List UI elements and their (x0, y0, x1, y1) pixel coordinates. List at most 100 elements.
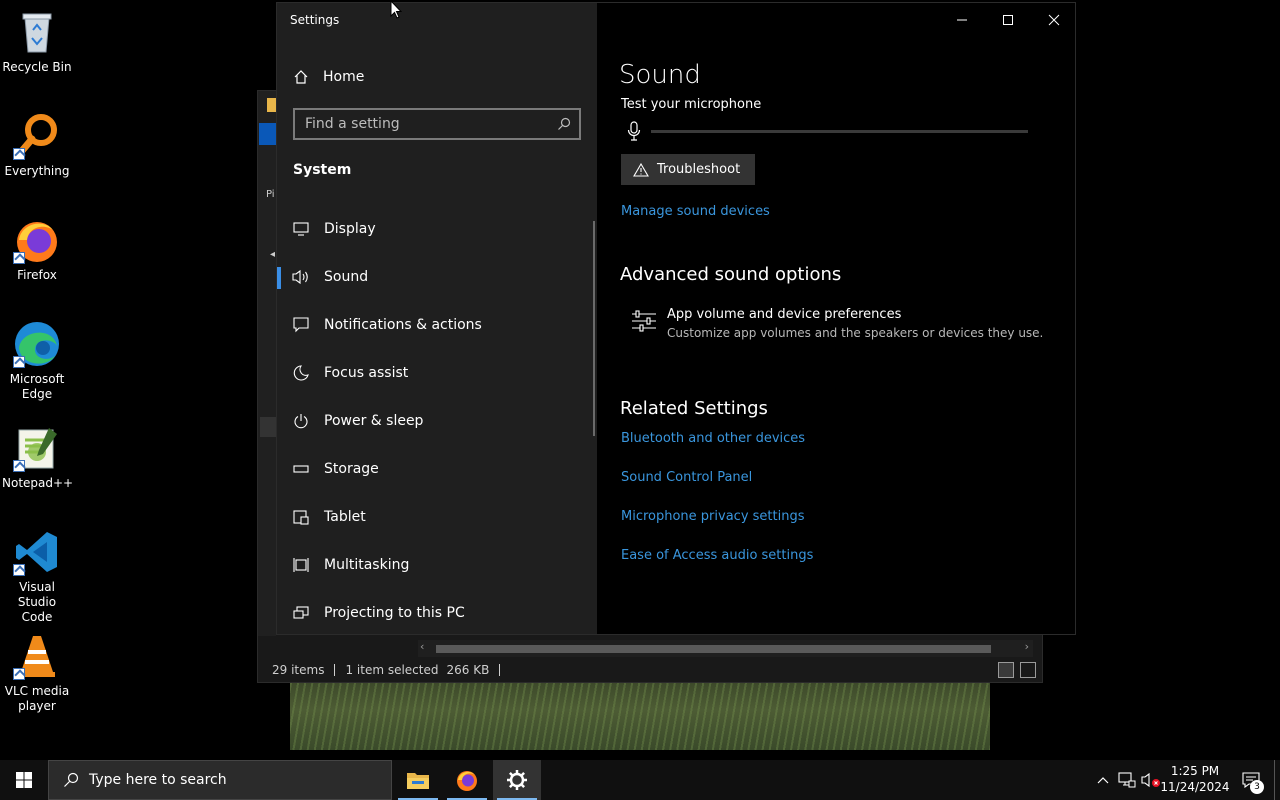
power-icon (292, 412, 310, 430)
scrollbar-thumb[interactable] (436, 645, 991, 653)
vscode-icon (13, 528, 61, 576)
taskbar-file-explorer[interactable] (394, 760, 442, 800)
nav-item-label: Projecting to this PC (324, 605, 465, 621)
desktop-icon-notepadpp[interactable]: Notepad++ (2, 424, 73, 491)
section-label: System (293, 162, 352, 178)
close-button[interactable] (1031, 3, 1077, 37)
home-icon (294, 70, 308, 84)
view-buttons (998, 662, 1036, 678)
find-setting-input[interactable]: Find a setting (293, 108, 581, 140)
desktop-icon-label: Recycle Bin (2, 60, 72, 74)
nav-item-focus-assist[interactable]: Focus assist (277, 353, 593, 393)
taskbar-settings[interactable] (493, 760, 541, 800)
nav-item-projecting[interactable]: Projecting to this PC (277, 593, 593, 633)
desktop-icon-vscode[interactable]: Visual Studio Code (2, 528, 72, 625)
sound-control-panel-link[interactable]: Sound Control Panel (621, 470, 752, 485)
details-view-icon[interactable] (998, 662, 1014, 678)
volume-muted-icon (1141, 772, 1160, 788)
minimize-button[interactable] (939, 3, 985, 37)
desktop-icon-label: Microsoft Edge (9, 372, 65, 401)
advanced-sound-heading: Advanced sound options (620, 264, 842, 285)
large-icons-view-icon[interactable] (1020, 662, 1036, 678)
app-volume-title: App volume and device preferences (667, 307, 902, 322)
network-icon (1118, 772, 1136, 788)
folder-icon (267, 98, 276, 112)
status-separator (499, 664, 501, 676)
nav-item-multitasking[interactable]: Multitasking (277, 545, 593, 585)
sliders-icon (632, 310, 656, 332)
close-icon (1048, 14, 1060, 26)
nav-item-sound[interactable]: Sound (277, 257, 593, 297)
settings-content: Sound Test your microphone Troubleshoot … (597, 3, 1075, 634)
desktop: Recycle Bin Everything Firefox Microsoft… (0, 0, 1280, 760)
nav-item-display[interactable]: Display (277, 209, 593, 249)
shortcut-arrow-icon (13, 252, 25, 264)
desktop-icon-firefox[interactable]: Firefox (2, 216, 72, 283)
microphone-icon (627, 121, 641, 141)
desktop-icon-label: Everything (4, 164, 70, 178)
nav-item-tablet[interactable]: Tablet (277, 497, 593, 537)
explorer-nav-text: Pi (266, 189, 275, 200)
manage-sound-devices-link[interactable]: Manage sound devices (621, 204, 770, 219)
ease-of-access-audio-link[interactable]: Ease of Access audio settings (621, 548, 813, 563)
nav-item-label: Notifications & actions (324, 317, 482, 333)
maximize-button[interactable] (985, 3, 1031, 37)
status-item-count: 29 items (272, 663, 325, 677)
show-hidden-icons-button[interactable] (1094, 760, 1112, 800)
show-desktop-button[interactable] (1274, 760, 1275, 800)
settings-sidebar: Settings Home Find a setting System Disp… (277, 3, 597, 634)
notepadpp-icon (13, 424, 61, 472)
maximize-icon (1003, 15, 1013, 25)
firefox-icon (457, 771, 477, 791)
volume-button[interactable] (1140, 760, 1162, 800)
bluetooth-devices-link[interactable]: Bluetooth and other devices (621, 431, 805, 446)
status-separator (334, 664, 336, 676)
taskbar-clock[interactable]: 1:25 PM 11/24/2024 (1160, 763, 1230, 795)
sidebar-scrollbar[interactable] (593, 221, 595, 436)
clock-time: 1:25 PM (1170, 764, 1220, 778)
windows-logo-icon (16, 772, 32, 788)
related-settings-heading: Related Settings (620, 398, 768, 419)
taskbar-firefox[interactable] (443, 760, 491, 800)
action-center-button[interactable]: 3 (1236, 760, 1266, 800)
edge-icon (13, 320, 61, 368)
app-volume-description: Customize app volumes and the speakers o… (667, 326, 1044, 340)
horizontal-scrollbar[interactable]: ‹ › (418, 640, 1033, 657)
nav-item-label: Storage (324, 461, 379, 477)
desktop-icon-label: Firefox (17, 268, 57, 282)
scroll-left-icon[interactable]: ‹ (420, 640, 424, 653)
everything-icon (13, 112, 61, 160)
warning-icon (633, 162, 649, 177)
home-nav-item[interactable]: Home (293, 69, 364, 85)
desktop-icon-everything[interactable]: Everything (2, 112, 72, 179)
troubleshoot-button[interactable]: Troubleshoot (621, 154, 755, 185)
projecting-icon (292, 604, 310, 622)
notification-count-badge: 3 (1250, 780, 1264, 794)
explorer-nav-item[interactable] (260, 417, 276, 437)
multitasking-icon (292, 556, 310, 574)
settings-window[interactable]: Settings Home Find a setting System Disp… (276, 2, 1076, 635)
nav-item-storage[interactable]: Storage (277, 449, 593, 489)
nav-item-label: Power & sleep (324, 413, 424, 429)
nav-item-label: Sound (324, 269, 369, 285)
notification-icon (292, 316, 310, 334)
start-button[interactable] (0, 760, 48, 800)
collapse-arrow-icon[interactable]: ◂ (270, 249, 275, 260)
file-explorer-icon (407, 773, 429, 789)
microphone-privacy-link[interactable]: Microphone privacy settings (621, 509, 805, 524)
scroll-right-icon[interactable]: › (1025, 640, 1029, 653)
nav-item-label: Display (324, 221, 376, 237)
taskbar-search-box[interactable]: Type here to search (48, 760, 392, 800)
desktop-icon-edge[interactable]: Microsoft Edge (2, 320, 72, 402)
chevron-up-icon (1097, 777, 1109, 784)
nav-item-power-sleep[interactable]: Power & sleep (277, 401, 593, 441)
app-volume-preferences-item[interactable]: App volume and device preferences Custom… (631, 307, 1043, 340)
vlc-icon (13, 632, 61, 680)
explorer-status-bar: 29 items 1 item selected 266 KB (258, 658, 1042, 682)
desktop-icon-label: VLC media player (4, 684, 70, 713)
moon-icon (292, 364, 310, 382)
desktop-icon-vlc[interactable]: VLC media player (2, 632, 72, 714)
desktop-icon-recycle-bin[interactable]: Recycle Bin (2, 8, 72, 75)
network-button[interactable] (1116, 760, 1138, 800)
nav-item-notifications[interactable]: Notifications & actions (277, 305, 593, 345)
